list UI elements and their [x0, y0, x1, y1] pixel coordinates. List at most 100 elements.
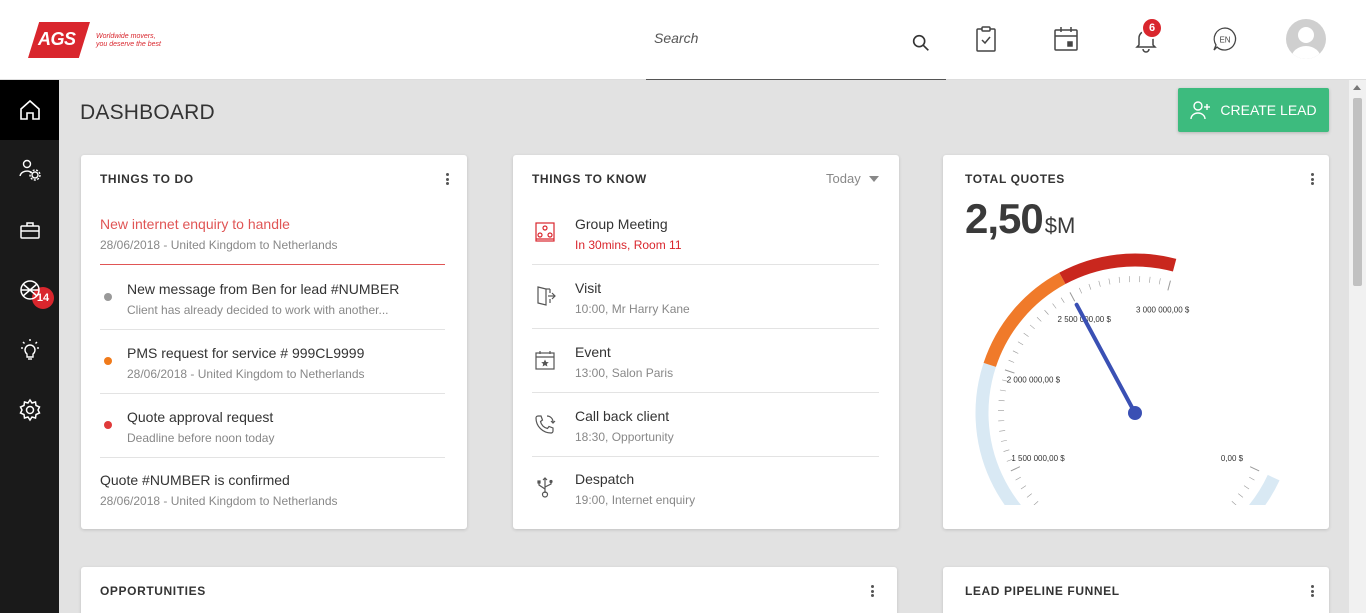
- calendar-star-icon: [535, 351, 555, 370]
- usb-despatch-icon: [537, 477, 553, 498]
- date-filter-select[interactable]: Today: [826, 171, 879, 186]
- gauge-tick: [1249, 476, 1255, 481]
- lead-pipeline-funnel-title: LEAD PIPELINE FUNNEL: [965, 584, 1120, 598]
- event-item[interactable]: Visit 10:00, Mr Harry Kane: [532, 265, 879, 329]
- gauge-tick: [1158, 278, 1161, 285]
- gauge-band: [975, 362, 1280, 505]
- gauge-tick: [1044, 309, 1049, 315]
- create-lead-button[interactable]: CREATE LEAD: [1178, 88, 1329, 132]
- todo-item[interactable]: Quote approval request Deadline before n…: [100, 394, 445, 458]
- gauge-pivot: [1128, 406, 1142, 420]
- logo-text: AGS: [38, 29, 76, 49]
- more-options-icon[interactable]: [444, 171, 450, 187]
- event-item[interactable]: Despatch 19:00, Internet enquiry: [532, 456, 879, 520]
- gauge-tick: [999, 389, 1006, 392]
- gauge-label: 2 000 000,00 $: [1007, 375, 1061, 384]
- gauge-tick: [1052, 303, 1057, 309]
- calendar-icon[interactable]: [1049, 22, 1083, 56]
- page-title: DASHBOARD: [80, 101, 215, 124]
- more-options-icon[interactable]: [869, 583, 875, 599]
- scrollbar[interactable]: [1349, 80, 1366, 613]
- briefcase-icon: [19, 222, 40, 239]
- gauge-tick: [1231, 500, 1237, 505]
- gauge-tick: [1020, 485, 1027, 490]
- group-meeting-icon: [535, 222, 555, 242]
- things-to-do-card: THINGS TO DO New internet enquiry to han…: [81, 155, 467, 529]
- logo-tagline: Worldwide movers, you deserve the best: [96, 33, 161, 48]
- create-lead-label: CREATE LEAD: [1220, 102, 1317, 118]
- more-options-icon[interactable]: [1309, 171, 1315, 187]
- gauge-tick: [1249, 466, 1260, 472]
- things-to-do-title: THINGS TO DO: [100, 172, 194, 186]
- sidebar-item-user-settings[interactable]: [0, 140, 59, 200]
- user-settings-icon: [18, 159, 41, 181]
- search-bar: [646, 24, 946, 80]
- gauge-tick: [1008, 359, 1015, 363]
- home-icon: [19, 99, 40, 120]
- scroll-up-arrow-icon[interactable]: [1353, 85, 1361, 90]
- status-dot: [104, 293, 112, 301]
- search-input[interactable]: [654, 30, 894, 46]
- more-options-icon[interactable]: [1309, 583, 1315, 599]
- gauge-tick: [1238, 493, 1244, 498]
- chevron-down-icon: [868, 175, 879, 182]
- sidebar-item-ideas[interactable]: [0, 320, 59, 380]
- total-quotes-title: TOTAL QUOTES: [965, 172, 1065, 186]
- sidebar-item-briefcase[interactable]: [0, 200, 59, 260]
- gauge-tick: [1149, 276, 1151, 283]
- gauge-label: 3 000 000,00 $: [1136, 306, 1190, 315]
- search-icon[interactable]: [910, 32, 932, 54]
- gauge-tick: [1167, 280, 1171, 291]
- todo-item[interactable]: PMS request for service # 999CL9999 28/0…: [100, 330, 445, 394]
- add-user-icon: [1190, 101, 1211, 120]
- gauge-tick: [1088, 283, 1092, 290]
- gauge-tick: [1069, 292, 1076, 302]
- gauge-label: 0,00 $: [1221, 454, 1244, 463]
- gauge-tick: [1017, 341, 1024, 346]
- gauge-tick: [1033, 500, 1039, 505]
- globe-icon: [19, 280, 40, 300]
- top-bar: AGS Worldwide movers, you deserve the be…: [0, 0, 1366, 80]
- gauge-tick: [1023, 332, 1029, 337]
- gauge-tick: [1015, 476, 1021, 481]
- event-item[interactable]: Group Meeting In 30mins, Room 11: [532, 201, 879, 265]
- language-icon[interactable]: EN: [1208, 22, 1242, 56]
- gauge-tick: [1098, 280, 1101, 287]
- quotes-gauge: 0,00 $500 000,00 $1 000 000,00 $1 500 00…: [975, 253, 1280, 505]
- sidebar-item-globe[interactable]: [0, 260, 59, 320]
- gauge-tick: [1012, 350, 1019, 354]
- gauge-tick: [1118, 276, 1121, 283]
- sidebar-item-home[interactable]: [0, 80, 59, 140]
- phone-callback-icon: [535, 415, 556, 434]
- user-avatar-icon: [1291, 27, 1321, 59]
- gauge-band: [1059, 253, 1177, 285]
- gauge-tick: [1000, 439, 1007, 442]
- clipboard-check-icon[interactable]: [969, 22, 1003, 56]
- door-exit-icon: [537, 286, 556, 306]
- gauge-tick: [1108, 278, 1111, 285]
- total-quotes-card: TOTAL QUOTES 2,50$M 0,00 $500 000,00 $1 …: [943, 155, 1329, 529]
- gear-icon: [18, 398, 41, 422]
- gauge-tick: [1079, 287, 1082, 294]
- sidebar-item-settings[interactable]: [0, 380, 59, 440]
- todo-item[interactable]: Quote #NUMBER is confirmed 28/06/2018 - …: [100, 457, 445, 521]
- avatar[interactable]: [1286, 19, 1326, 59]
- todo-item[interactable]: New message from Ben for lead #NUMBER Cl…: [100, 266, 445, 330]
- gauge-label: 1 500 000,00 $: [1011, 454, 1065, 463]
- gauge-tick: [1036, 317, 1042, 322]
- ags-logo[interactable]: AGS Worldwide movers, you deserve the be…: [28, 18, 168, 62]
- notification-badge: 6: [1141, 17, 1163, 39]
- event-item[interactable]: Call back client 18:30, Opportunity: [532, 393, 879, 457]
- gauge-tick: [1003, 449, 1010, 452]
- status-dot: [104, 421, 112, 429]
- opportunities-card: OPPORTUNITIES: [81, 567, 897, 613]
- total-quotes-value: 2,50$M: [965, 195, 1076, 242]
- language-code: EN: [1219, 36, 1230, 45]
- gauge-tick: [1060, 297, 1065, 303]
- opportunities-title: OPPORTUNITIES: [100, 584, 206, 598]
- lead-pipeline-funnel-card: LEAD PIPELINE FUNNEL: [943, 567, 1329, 613]
- todo-item[interactable]: New internet enquiry to handle 28/06/201…: [100, 201, 445, 265]
- event-item[interactable]: Event 13:00, Salon Paris: [532, 329, 879, 393]
- gauge-tick: [1004, 369, 1015, 374]
- scroll-thumb[interactable]: [1353, 98, 1362, 286]
